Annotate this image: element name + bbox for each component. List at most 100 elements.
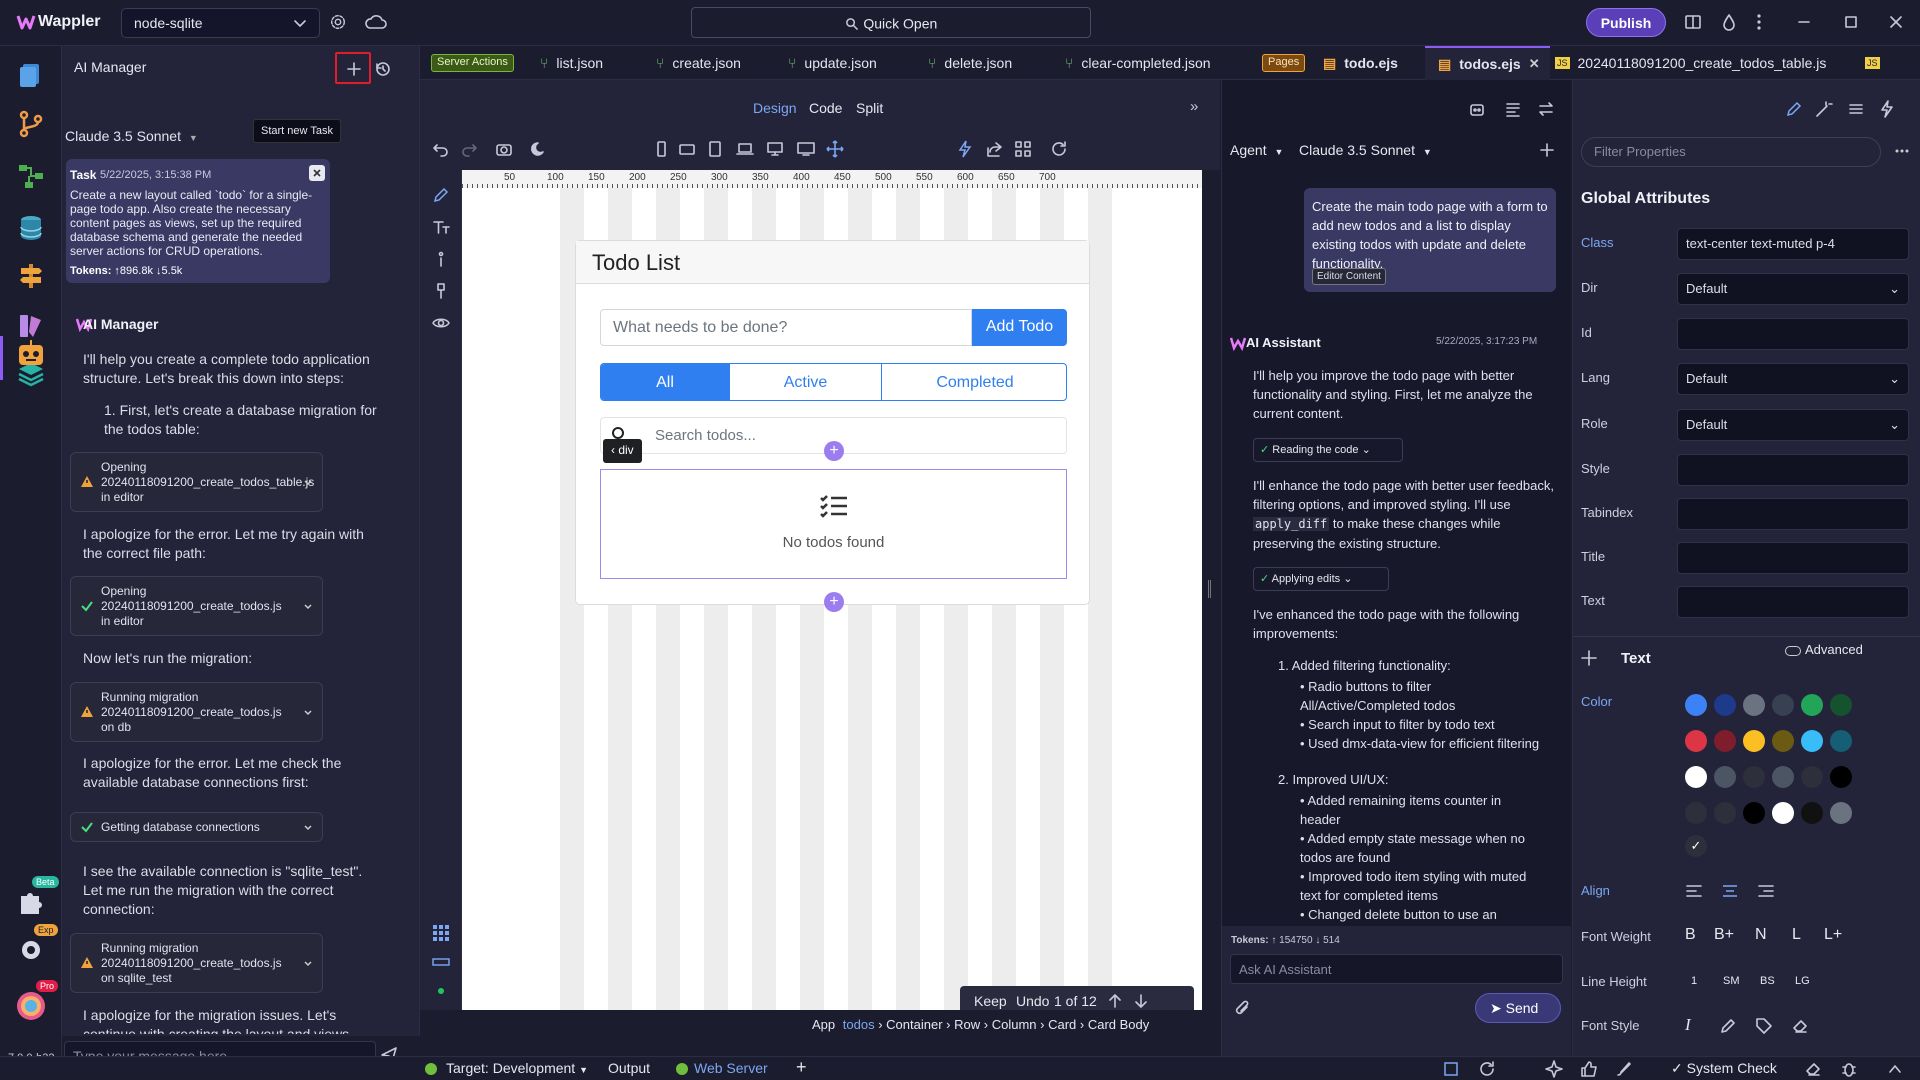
mode-code[interactable]: Code — [809, 100, 842, 116]
device-wide-icon[interactable] — [797, 140, 815, 158]
role-select[interactable]: Default ⌄ — [1677, 409, 1909, 441]
tab-todo-ejs[interactable]: ▤ todo.ejs — [1323, 46, 1398, 80]
add-todo-button[interactable]: Add Todo — [972, 309, 1067, 346]
extensions-puzzle-icon[interactable] — [15, 886, 47, 918]
fw-lighter[interactable]: L+ — [1824, 926, 1842, 944]
align-right-icon[interactable] — [1757, 882, 1775, 900]
history-icon[interactable] — [374, 60, 392, 78]
target-select[interactable]: Target: Development ▼ — [446, 1060, 588, 1076]
tab-list-json[interactable]: ⑂ list.json — [540, 46, 603, 80]
server-actions-icon[interactable] — [15, 160, 47, 192]
layout-panels-icon[interactable] — [1684, 13, 1702, 31]
advanced-toggle[interactable]: Advanced — [1785, 642, 1863, 657]
sparkle-ai-icon[interactable] — [1545, 1060, 1563, 1078]
crumb[interactable]: Card Body — [1088, 1017, 1149, 1032]
chevron-up-icon[interactable] — [1886, 1060, 1904, 1078]
lightning-icon[interactable] — [956, 140, 974, 158]
publish-button[interactable]: Publish — [1586, 8, 1666, 37]
class-field[interactable]: text-center text-muted p-4 — [1677, 228, 1909, 260]
ai-robot-icon[interactable] — [13, 336, 49, 372]
new-task-button[interactable] — [335, 52, 371, 84]
color-swatch[interactable] — [1772, 730, 1794, 752]
color-swatch[interactable] — [1772, 694, 1794, 716]
collapse-panel-icon[interactable]: » — [1190, 98, 1198, 115]
undo-button[interactable]: Undo — [1016, 993, 1049, 1009]
color-swatch[interactable] — [1714, 730, 1736, 752]
dir-select[interactable]: Default ⌄ — [1677, 273, 1909, 305]
device-tablet-icon[interactable] — [706, 140, 724, 158]
camera-icon[interactable] — [495, 140, 513, 158]
text-format-icon[interactable] — [432, 218, 450, 236]
color-swatch[interactable] — [1830, 730, 1852, 752]
todo-card[interactable]: Todo List What needs to be done? Add Tod… — [575, 240, 1090, 612]
close-tab-icon[interactable]: ✕ — [1529, 56, 1540, 72]
color-swatch[interactable] — [1685, 802, 1707, 824]
crumb[interactable]: Card — [1048, 1017, 1076, 1032]
qr-code-icon[interactable] — [1014, 140, 1032, 158]
crumb[interactable]: todos — [843, 1017, 875, 1032]
color-swatch[interactable] — [1772, 802, 1794, 824]
model-select[interactable]: Claude 3.5 Sonnet ▼ — [65, 128, 198, 144]
mode-design[interactable]: Design — [753, 100, 797, 116]
database-icon[interactable] — [15, 212, 47, 244]
routing-signpost-icon[interactable] — [15, 260, 47, 292]
project-select[interactable]: node-sqlite — [121, 8, 320, 38]
fw-normal[interactable]: N — [1755, 926, 1767, 944]
tabindex-field[interactable] — [1677, 498, 1909, 530]
color-swatch[interactable] — [1714, 802, 1736, 824]
lh-1[interactable]: 1 — [1691, 975, 1697, 987]
minimize-icon[interactable] — [1796, 14, 1812, 30]
ruler-toggle-icon[interactable] — [432, 953, 450, 971]
color-swatch[interactable] — [1743, 802, 1765, 824]
redo-icon[interactable] — [460, 140, 478, 158]
crumb[interactable]: Column — [992, 1017, 1037, 1032]
device-laptop-icon[interactable] — [736, 140, 754, 158]
color-swatch[interactable] — [1772, 766, 1794, 788]
new-chat-plus-icon[interactable] — [1538, 141, 1556, 159]
italic-icon[interactable]: I — [1685, 1015, 1691, 1035]
square-frame-icon[interactable] — [1443, 1061, 1459, 1077]
tab-clear-completed-json[interactable]: ⑂ clear-completed.json — [1065, 46, 1211, 80]
title-field[interactable] — [1677, 542, 1909, 574]
arrow-up-icon[interactable] — [1107, 993, 1123, 1009]
grid-apps-icon[interactable] — [432, 924, 450, 942]
lang-select[interactable]: Default ⌄ — [1677, 363, 1909, 395]
more-vertical-icon[interactable] — [1755, 13, 1763, 31]
color-swatch[interactable] — [1801, 802, 1823, 824]
user-avatar-icon[interactable] — [15, 990, 47, 1022]
keep-button[interactable]: Keep — [974, 993, 1007, 1009]
lh-lg[interactable]: LG — [1795, 975, 1810, 987]
theme-drop-icon[interactable] — [1720, 13, 1738, 31]
color-swatch[interactable] — [1685, 694, 1707, 716]
brush-icon[interactable] — [1615, 1060, 1633, 1078]
color-swatch[interactable] — [1714, 694, 1736, 716]
color-swatch[interactable] — [1801, 766, 1823, 788]
filter-all[interactable]: All — [601, 364, 729, 400]
color-swatch[interactable] — [1830, 802, 1852, 824]
tool-chip-open-1[interactable]: Opening 20240118091200_create_todos_tabl… — [70, 452, 323, 512]
pen-icon[interactable] — [1719, 1017, 1737, 1035]
system-check-button[interactable]: ✓ System Check — [1671, 1060, 1777, 1077]
edit-pencil-icon[interactable] — [432, 186, 450, 204]
tool-reading-code[interactable]: ✓ Reading the code ⌄ — [1253, 438, 1403, 462]
eraser-icon[interactable] — [1804, 1060, 1822, 1078]
swap-arrows-icon[interactable] — [1537, 100, 1555, 118]
dark-mode-moon-icon[interactable] — [530, 140, 548, 158]
move-arrows-icon[interactable] — [826, 140, 844, 158]
align-left-icon[interactable] — [1685, 882, 1703, 900]
lightning-bolt-icon[interactable] — [1878, 100, 1896, 118]
mode-split[interactable]: Split — [856, 100, 883, 116]
filter-active[interactable]: Active — [729, 364, 881, 400]
settings-gear-icon[interactable] — [329, 13, 347, 31]
tool-chip-open-2[interactable]: Opening 20240118091200_create_todos.js i… — [70, 576, 323, 636]
refresh-icon[interactable] — [1478, 1060, 1496, 1078]
tab-todos-ejs-active[interactable]: ▤ todos.ejs ✕ — [1425, 46, 1550, 80]
thumbs-up-icon[interactable] — [1580, 1060, 1598, 1078]
add-plus-icon[interactable]: + — [796, 1057, 807, 1078]
empty-state-box[interactable]: No todos found — [600, 469, 1067, 579]
filter-completed[interactable]: Completed — [881, 364, 1066, 400]
color-swatch[interactable] — [1743, 730, 1765, 752]
eraser-icon[interactable] — [1791, 1017, 1809, 1035]
device-phone-icon[interactable] — [652, 140, 670, 158]
fw-bolder[interactable]: B+ — [1714, 926, 1734, 944]
